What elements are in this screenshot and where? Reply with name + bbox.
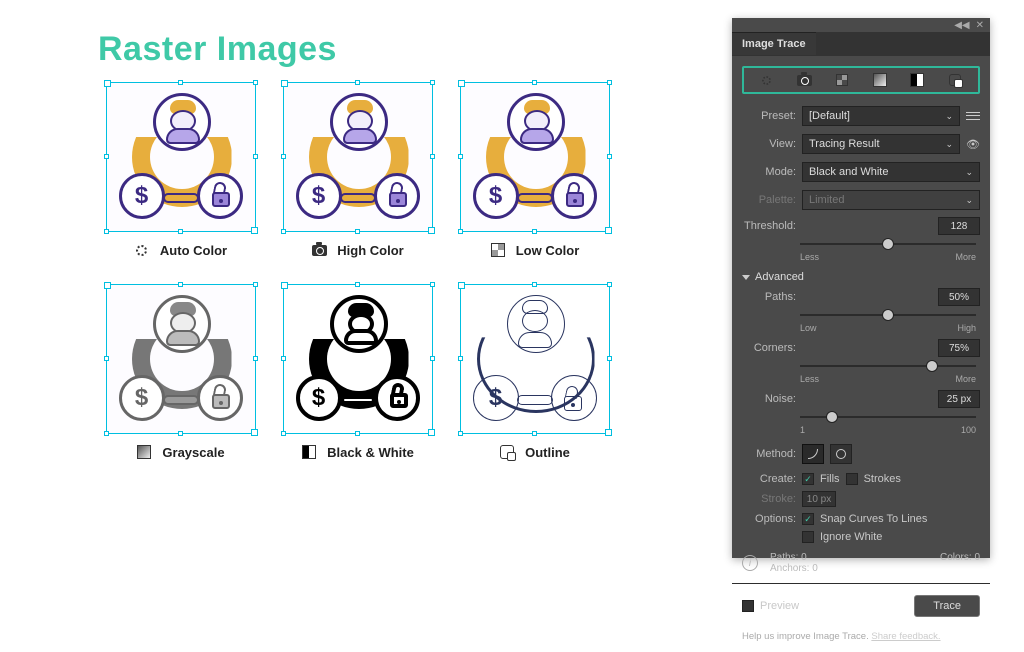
thumb-grayscale[interactable]: $ [106, 284, 256, 434]
threshold-value[interactable]: 128 [938, 217, 980, 235]
preset-high-icon[interactable] [794, 70, 814, 90]
example-outline: $ Outline [452, 284, 617, 460]
thumb-black-white[interactable]: $ [283, 284, 433, 434]
noise-value[interactable]: 25 px [938, 390, 980, 408]
method-overlap-button[interactable] [830, 444, 852, 464]
info-icon: i [742, 555, 758, 571]
ignore-white-checkbox[interactable] [802, 531, 814, 543]
caption-label: High Color [337, 243, 403, 258]
caption-label: Auto Color [160, 243, 227, 258]
example-auto-color: $ Auto Color [98, 82, 263, 258]
advanced-section-toggle[interactable]: Advanced [732, 265, 990, 285]
panel-controls: ◀◀ ✕ [732, 18, 990, 32]
auto-color-icon [134, 242, 150, 258]
trace-button[interactable]: Trace [914, 595, 980, 617]
options-label: Options: [742, 513, 796, 525]
black-white-icon [301, 444, 317, 460]
panel-tab[interactable]: Image Trace [732, 32, 816, 55]
strokes-checkbox[interactable] [846, 473, 858, 485]
view-label: View: [742, 138, 796, 150]
thumb-outline[interactable]: $ [460, 284, 610, 434]
preset-bw-icon[interactable] [907, 70, 927, 90]
grayscale-icon [136, 444, 152, 460]
stroke-value: 10 px [802, 491, 836, 507]
corners-value[interactable]: 75% [938, 339, 980, 357]
mode-select[interactable]: Black and White⌄ [802, 162, 980, 182]
method-abutting-button[interactable] [802, 444, 824, 464]
fills-checkbox[interactable] [802, 473, 814, 485]
preview-label: Preview [760, 600, 799, 612]
preset-menu-icon[interactable] [966, 109, 980, 123]
preset-low-icon[interactable] [832, 70, 852, 90]
noise-label: Noise: [742, 393, 796, 405]
palette-select: Limited⌄ [802, 190, 980, 210]
preset-label: Preset: [742, 110, 796, 122]
paths-value[interactable]: 50% [938, 288, 980, 306]
preview-checkbox[interactable] [742, 600, 754, 612]
snap-checkbox[interactable] [802, 513, 814, 525]
caption-label: Grayscale [162, 445, 224, 460]
thumb-low-color[interactable]: $ [460, 82, 610, 232]
example-high-color: $ High Color [275, 82, 440, 258]
example-black-white: $ Black & White [275, 284, 440, 460]
corners-slider[interactable]: Corners:75% LessMore [732, 336, 990, 387]
create-label: Create: [742, 473, 796, 485]
caption-label: Black & White [327, 445, 414, 460]
image-trace-panel: ◀◀ ✕ Image Trace Preset: [Default]⌄ View… [732, 18, 990, 558]
share-feedback-link[interactable]: Share feedback. [871, 631, 940, 642]
corners-label: Corners: [742, 342, 796, 354]
page-title: Raster Images [98, 30, 337, 69]
camera-icon [311, 242, 327, 258]
low-color-icon [490, 242, 506, 258]
caption-label: Outline [525, 445, 570, 460]
threshold-label: Threshold: [742, 220, 796, 232]
noise-slider[interactable]: Noise:25 px 1100 [732, 387, 990, 438]
preset-outline-icon[interactable] [945, 70, 965, 90]
collapse-icon[interactable]: ◀◀ [954, 20, 969, 31]
paths-label: Paths: [742, 291, 796, 303]
view-select[interactable]: Tracing Result⌄ [802, 134, 960, 154]
method-label: Method: [742, 448, 796, 460]
preset-icon-row [742, 66, 980, 94]
info-row: i Paths: 0Colors: 0 Anchors: 0 [732, 546, 990, 580]
examples-grid: $ Auto Color $ High Color $ Low Color $ … [98, 82, 617, 460]
thumb-high-color[interactable]: $ [283, 82, 433, 232]
thumb-auto-color[interactable]: $ [106, 82, 256, 232]
example-grayscale: $ Grayscale [98, 284, 263, 460]
stroke-label: Stroke: [742, 493, 796, 505]
close-icon[interactable]: ✕ [976, 20, 984, 31]
preset-gray-icon[interactable] [870, 70, 890, 90]
preset-select[interactable]: [Default]⌄ [802, 106, 960, 126]
palette-label: Palette: [742, 194, 796, 206]
caption-label: Low Color [516, 243, 580, 258]
help-text: Help us improve Image Trace. Share feedb… [732, 625, 990, 652]
mode-label: Mode: [742, 166, 796, 178]
view-eye-icon[interactable]: 👁 [966, 137, 980, 151]
threshold-slider[interactable]: Threshold:128 LessMore [732, 214, 990, 265]
example-low-color: $ Low Color [452, 82, 617, 258]
paths-slider[interactable]: Paths:50% LowHigh [732, 285, 990, 336]
preset-auto-icon[interactable] [757, 70, 777, 90]
outline-icon [499, 444, 515, 460]
